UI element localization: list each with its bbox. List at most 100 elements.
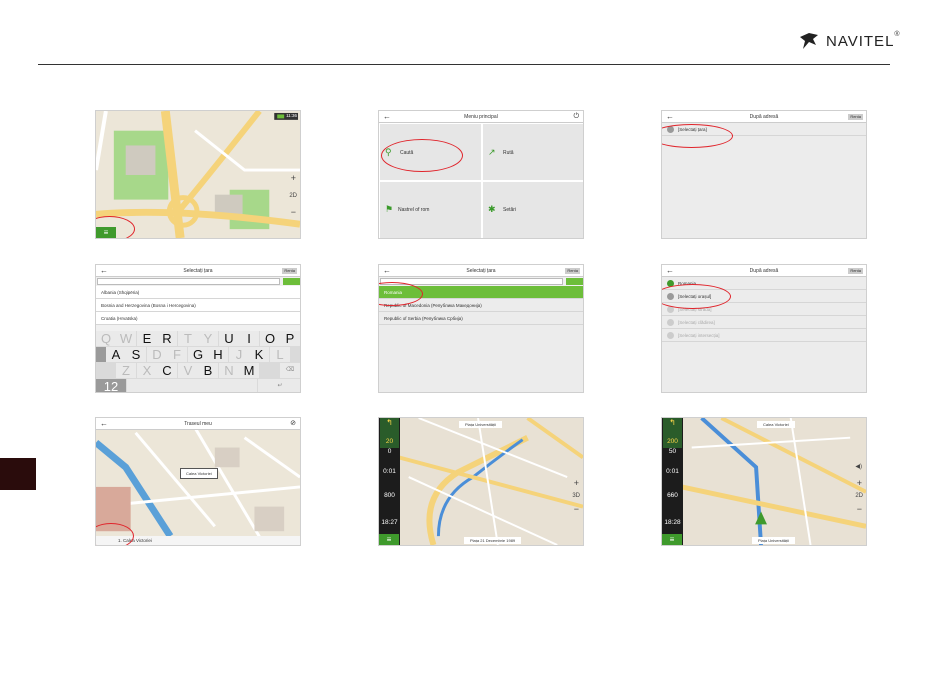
search-button[interactable]: Renta [848, 114, 863, 120]
screen-title: Selectați țara [466, 268, 496, 274]
main-menu-button[interactable]: ≡ [662, 534, 682, 545]
screenshot-my-route: ← Traseul meu ⊘ Calea Victoriei 1. Calea… [95, 417, 301, 546]
key[interactable]: V [178, 363, 198, 378]
zoom-in-button[interactable]: + [574, 478, 579, 488]
back-arrow-icon[interactable]: ← [383, 265, 391, 276]
key[interactable]: U [219, 331, 239, 346]
search-button[interactable]: Renta [282, 268, 297, 274]
confirm-button[interactable] [283, 278, 300, 285]
popup-label: Calea Victoriei [186, 471, 212, 476]
key[interactable]: T [178, 331, 198, 346]
key[interactable]: B [198, 363, 218, 378]
title-bar: ← După adresă Renta [662, 111, 866, 123]
main-menu-button[interactable]: ≡ [379, 534, 399, 545]
key[interactable]: Q [96, 331, 116, 346]
clock: 11:36 [286, 113, 297, 118]
gear-icon: ✱ [488, 204, 496, 214]
back-arrow-icon[interactable]: ← [666, 265, 674, 276]
back-arrow-icon[interactable]: ← [383, 111, 391, 122]
map-area[interactable] [379, 418, 583, 545]
key[interactable]: W [116, 331, 136, 346]
map-area[interactable] [662, 418, 866, 545]
header-rule [38, 64, 890, 65]
key[interactable]: E [137, 331, 157, 346]
screen-title: Selectați țara [183, 268, 213, 274]
numbers-key[interactable]: 12 [96, 379, 126, 392]
zoom-out-button[interactable]: − [291, 207, 296, 217]
enter-key[interactable]: ↵ [258, 379, 300, 392]
key[interactable]: F [167, 347, 187, 362]
menu-tile-settings[interactable]: ✱ Setări [482, 181, 583, 238]
arrival-time: 18:28 [664, 519, 681, 526]
key[interactable]: J [229, 347, 249, 362]
2d-mode-button[interactable]: 2D [855, 493, 863, 499]
key[interactable]: H [208, 347, 228, 362]
time-remaining: 0:01 [666, 468, 679, 475]
arrival-time: 18:27 [381, 519, 398, 526]
screenshot-map-view: 11:36 + 2D − ≡ [95, 110, 301, 239]
tools-icon: ⚑ [385, 204, 394, 214]
key[interactable]: N [219, 363, 239, 378]
back-arrow-icon[interactable]: ← [100, 418, 108, 429]
key[interactable]: O [260, 331, 280, 346]
sound-icon[interactable]: ◀) [855, 463, 862, 470]
nav-hud: ↰ 200 50 0:01 660 18:28 [662, 418, 683, 545]
list-item[interactable]: Albania (Shqipëria) [96, 286, 300, 299]
route-settings-icon[interactable]: ⊘ [290, 418, 296, 429]
nav-hud: ↰ 20 0 0:01 800 18:27 [379, 418, 400, 545]
next-street: Piața Universității [459, 421, 502, 428]
registered-mark: ® [894, 30, 900, 38]
menu-tile-route[interactable]: ↗ Rută [482, 123, 583, 181]
zoom-in-button[interactable]: + [291, 173, 296, 183]
2d-mode-button[interactable]: 3D [572, 493, 580, 499]
power-icon[interactable]: ⏻ [573, 111, 579, 122]
title-bar: ← Selectați țara Renta [379, 265, 583, 277]
back-arrow-icon[interactable]: ← [100, 265, 108, 276]
confirm-button[interactable] [566, 278, 583, 285]
key[interactable]: A [106, 347, 126, 362]
highlight-ring [381, 139, 463, 172]
key[interactable]: Z [116, 363, 136, 378]
zoom-out-button[interactable]: − [857, 504, 862, 514]
menu-tile-settings-extra[interactable]: ⚑ Nastrel of rom [379, 181, 482, 238]
building-row[interactable]: [Selectați clădirea] [662, 316, 866, 329]
key[interactable]: X [137, 363, 157, 378]
key[interactable]: D [147, 347, 167, 362]
list-item[interactable]: Republic of Serbia (Република Србија) [379, 312, 583, 325]
search-button[interactable]: Renta [848, 268, 863, 274]
location-popup[interactable]: Calea Victoriei [180, 468, 218, 479]
backspace-key[interactable]: ⌫ [280, 363, 300, 378]
current-street: Piața Universității [752, 537, 795, 544]
back-arrow-icon[interactable]: ← [666, 111, 674, 122]
key[interactable]: L [270, 347, 290, 362]
key[interactable]: G [188, 347, 208, 362]
2d-mode-button[interactable]: 2D [289, 193, 297, 199]
key[interactable]: C [157, 363, 177, 378]
key[interactable]: R [157, 331, 177, 346]
zoom-in-button[interactable]: + [857, 478, 862, 488]
on-screen-keyboard: Q W E R T Y U I O P A S D F G H J K L Z … [96, 331, 300, 392]
screen-title: După adresă [749, 114, 779, 120]
list-item[interactable]: Bosnia and Herzegovina (Bosna i Hercegov… [96, 299, 300, 312]
key[interactable]: Y [198, 331, 218, 346]
key[interactable]: I [239, 331, 259, 346]
title-bar: ← Traseul meu ⊘ [96, 418, 300, 430]
search-input[interactable] [97, 278, 280, 285]
title-bar: ← După adresă Renta [662, 265, 866, 277]
key[interactable]: K [249, 347, 269, 362]
key[interactable]: P [280, 331, 300, 346]
intersection-row[interactable]: [Selectați intersecția] [662, 329, 866, 342]
key[interactable]: M [239, 363, 259, 378]
key[interactable]: S [126, 347, 146, 362]
screenshot-by-address-city: ← După adresă Renta Romania [Selectați o… [661, 264, 867, 393]
speed-value: 0 [387, 448, 392, 455]
navitel-bird-icon [800, 33, 818, 49]
screen-title: După adresă [749, 268, 779, 274]
distance-remaining: 800 [384, 492, 395, 499]
list-item[interactable]: Croatia (Hrvatska) [96, 312, 300, 325]
route-icon: ↗ [488, 147, 496, 157]
screenshot-by-address: ← După adresă Renta [Selectați țara] [661, 110, 867, 239]
zoom-out-button[interactable]: − [574, 504, 579, 514]
search-button[interactable]: Renta [565, 268, 580, 274]
space-key[interactable] [127, 379, 257, 392]
